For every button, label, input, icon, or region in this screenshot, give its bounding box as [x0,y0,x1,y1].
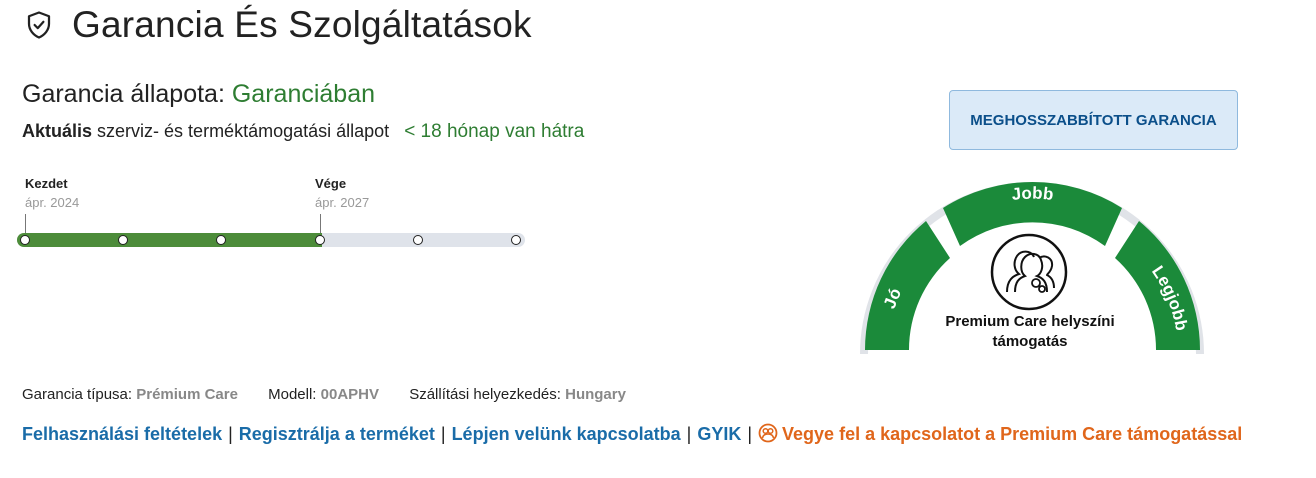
shipping-location-label: Szállítási helyezkedés: [409,386,561,403]
warranty-type-value: Prémium Care [136,386,238,403]
timeline-end-date: ápr. 2027 [315,195,370,210]
timeline-progress [17,233,322,247]
link-separator: | [228,424,233,444]
gauge-caption-line2: támogatás [992,333,1068,350]
faq-link[interactable]: GYIK [697,424,741,444]
register-product-link[interactable]: Regisztrálja a terméket [239,424,435,444]
links-bar: Felhasználási feltételek | Regisztrálja a … [22,423,1242,445]
timeline-start-date: ápr. 2024 [25,195,80,210]
link-separator: | [440,424,446,444]
timeline-start-tick [25,214,26,234]
page-header: Garancia És Szolgáltatások [24,4,532,46]
timeline-end: Vége ápr. 2027 [315,176,369,210]
link-separator: | [747,424,753,444]
gauge-caption: Premium Care helyszíni támogatás [920,312,1140,352]
model-label: Modell: [268,386,317,403]
terms-link[interactable]: Felhasználási feltételek [22,424,222,444]
support-people-icon [990,233,1068,311]
warranty-type-label: Garancia típusa: [22,386,133,403]
support-status-bold: Aktuális [22,121,93,141]
premium-care-contact-link[interactable]: Vegye fel a kapcsolatot a Premium Care t… [758,423,1243,444]
timeline-start-label: Kezdet [25,176,68,191]
timeline-dot [118,235,128,245]
extended-warranty-button[interactable]: MEGHOSSZABBÍTOTT GARANCIA [949,90,1238,150]
gauge-label-jobb: Jobb [1011,184,1055,204]
timeline-dot [216,235,226,245]
warranty-status-value: Garanciában [231,80,376,108]
support-status: Aktuális szerviz- és terméktámogatási ál… [22,121,584,143]
shield-check-icon [27,11,51,39]
shipping-location: Szállítási helyezkedés: Hungary [409,386,626,403]
model: Modell: 00APHV [268,386,383,403]
timeline-dot [511,235,521,245]
link-separator: | [686,424,692,444]
shipping-location-value: Hungary [565,386,626,403]
timeline-dot [315,235,325,245]
premium-care-icon [758,423,778,443]
model-value: 00APHV [320,386,380,403]
contact-link[interactable]: Lépjen velünk kapcsolatba [452,424,681,444]
premium-care-contact-label: Vegye fel a kapcsolatot a Premium Care t… [782,424,1243,444]
gauge-caption-line1: Premium Care helyszíni [945,313,1115,330]
timeline-dot [20,235,30,245]
support-status-text: szerviz- és terméktámogatási állapot [97,121,390,141]
page-title: Garancia És Szolgáltatások [72,4,532,45]
warranty-type: Garancia típusa: Prémium Care [22,386,242,403]
warranty-status: Garancia állapota: Garanciában [22,80,375,109]
timeline-dot [413,235,423,245]
timeline-end-tick [320,214,321,234]
warranty-meta: Garancia típusa: Prémium Care Modell: 00… [22,386,652,403]
remaining-time: < 18 hónap van hátra [404,121,585,142]
timeline-end-label: Vége [315,176,347,191]
timeline-start: Kezdet ápr. 2024 [25,176,79,210]
warranty-status-label: Garancia állapota: [22,80,225,108]
